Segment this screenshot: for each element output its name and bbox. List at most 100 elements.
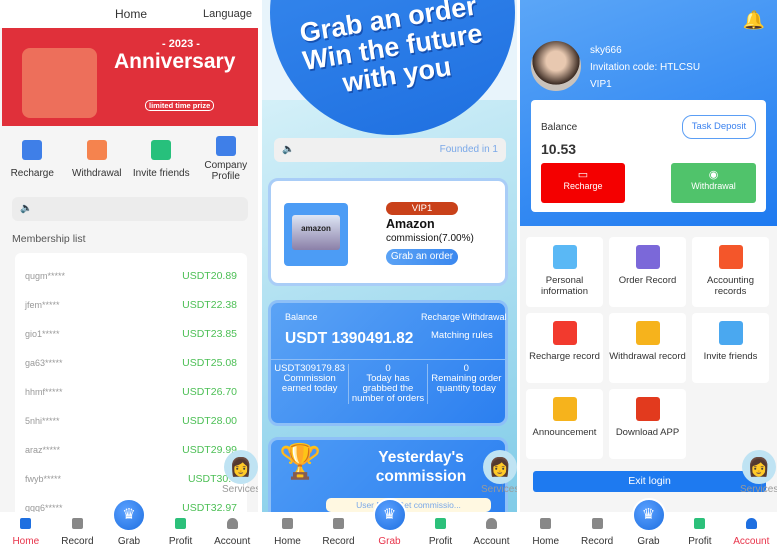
member-row: hhmf***** USDT26.70 (15, 377, 247, 406)
services-button[interactable]: 👩 (742, 450, 776, 484)
nav-label: Record (61, 536, 94, 547)
hero-text: Grab an order Win the future with you (265, 0, 517, 108)
brand-name: Amazon (386, 217, 435, 231)
menu-label: Personal information (541, 275, 588, 297)
profit-icon (175, 518, 187, 529)
label: Recharge (563, 181, 603, 191)
nav-record[interactable]: Record (52, 512, 104, 554)
menu-label: Order Record (618, 275, 677, 286)
withdrawal-action[interactable]: Withdrawal (65, 140, 130, 182)
menu-item[interactable]: Withdrawal record (609, 313, 686, 383)
vip-level: VIP1 (590, 79, 612, 90)
grab-crown-button[interactable]: ♛ (631, 498, 666, 532)
grab-crown-button[interactable]: ♛ (112, 498, 146, 532)
nav-home[interactable]: Home (520, 512, 571, 554)
member-amount: USDT22.38 (182, 298, 237, 311)
balance-label: Balance (285, 312, 318, 322)
recharge-action[interactable]: Recharge (0, 140, 65, 182)
home-screen: Home Language - 2023 - Anniversary limit… (0, 0, 258, 554)
menu-icon (718, 245, 743, 269)
task-deposit-button[interactable]: Task Deposit (682, 115, 756, 139)
anniversary-banner[interactable]: - 2023 - Anniversary limited time prize (2, 28, 258, 126)
nav-label: Home (532, 536, 560, 547)
services-label: Services (740, 484, 777, 495)
member-row: araz***** USDT29.99 (15, 435, 247, 464)
bell-icon[interactable]: 🔔 (743, 10, 765, 31)
label: Invite friends (132, 168, 190, 179)
nav-home[interactable]: Home (0, 512, 52, 554)
nav-record[interactable]: Record (571, 512, 622, 554)
product-card: amazon VIP1 Amazon commission(7.00%) Gra… (268, 178, 508, 286)
member-amount: USDT25.08 (182, 356, 237, 369)
exit-login-button[interactable]: Exit login (533, 471, 766, 492)
member-user: araz***** (25, 444, 61, 455)
nav-account[interactable]: Account (466, 512, 517, 554)
crown-icon: ♛ (122, 506, 136, 523)
stat-label: Today has grabbed the number of orders (351, 373, 425, 404)
recharge-link[interactable]: Recharge (421, 312, 460, 322)
account-menu: Personal information Order Record Accounti… (526, 237, 769, 459)
matching-rules-link[interactable]: Matching rules (431, 330, 493, 341)
withdrawal-button[interactable]: ◉ Withdrawal (671, 163, 756, 203)
invitation-code: Invitation code: HTLCSU (590, 62, 701, 73)
stat-label: Remaining order quantity today (431, 373, 502, 394)
nav-label: Grab (637, 536, 660, 547)
account-screen: 🔔 sky666 Invitation code: HTLCSU VIP1 Ba… (520, 0, 777, 554)
grab-crown-button[interactable]: ♛ (372, 498, 407, 532)
member-user: qqq6***** (25, 502, 63, 513)
member-user: gio1***** (25, 328, 60, 339)
acct-icon (226, 518, 238, 529)
rec-icon (71, 518, 83, 529)
membership-title: Membership list (12, 233, 86, 245)
withdraw-icon: ◉ (708, 169, 719, 181)
language-button[interactable]: Language (203, 8, 252, 20)
nav-label: Profit (428, 536, 453, 547)
banner-tag: limited time prize (145, 100, 215, 111)
yesterday-title: Yesterday's commission (375, 449, 467, 485)
nav-label: Account (473, 536, 510, 547)
member-row: jfem***** USDT22.38 (15, 290, 247, 319)
quick-actions: Recharge Withdrawal Invite friends Compa… (0, 136, 258, 182)
menu-item[interactable]: Accounting records (692, 237, 769, 307)
divider (271, 359, 505, 360)
stat-label: Commission earned today (281, 373, 338, 394)
nav-profit[interactable]: Profit (415, 512, 466, 554)
nav-label: Grab (378, 536, 401, 547)
menu-item[interactable]: Personal information (526, 237, 603, 307)
balance-card: Balance Recharge Withdrawal USDT 1390491… (268, 300, 508, 426)
home-icon (20, 518, 32, 529)
nav-record[interactable]: Record (313, 512, 364, 554)
company-profile-action[interactable]: Company Profile (194, 136, 259, 182)
speaker-icon: 🔈 (20, 203, 33, 214)
menu-item[interactable]: Invite friends (692, 313, 769, 383)
home-icon (282, 518, 293, 529)
menu-item[interactable]: Order Record (609, 237, 686, 307)
document-icon (215, 136, 236, 156)
invite-friends-action[interactable]: Invite friends (129, 140, 194, 182)
avatar[interactable] (531, 41, 581, 91)
services-button[interactable]: 👩 (224, 450, 258, 484)
grab-order-button[interactable]: Grab an order (386, 249, 458, 265)
balance-card: Balance 10.53 Task Deposit ▭ Recharge ◉ Wi… (531, 100, 766, 212)
recharge-button[interactable]: ▭ Recharge (541, 163, 625, 203)
nav-home[interactable]: Home (262, 512, 313, 554)
nav-profit[interactable]: Profit (674, 512, 725, 554)
menu-item[interactable]: Recharge record (526, 313, 603, 383)
withdrawal-link[interactable]: Withdrawal (462, 312, 507, 322)
nav-account[interactable]: Account (726, 512, 777, 554)
banner-title: Anniversary (114, 50, 236, 73)
nav-label: Record (580, 536, 614, 547)
services-button[interactable]: 👩 (483, 450, 517, 484)
nav-profit[interactable]: Profit (155, 512, 207, 554)
menu-icon (635, 245, 660, 269)
home-header: Home Language (0, 0, 258, 28)
notice-bar: 🔈 (12, 197, 248, 221)
menu-item[interactable]: Announcement (526, 389, 603, 459)
acct-icon (486, 518, 497, 529)
balance-label: Balance (541, 122, 578, 133)
menu-icon (552, 321, 577, 345)
member-user: hhmf***** (25, 386, 63, 397)
menu-label: Accounting records (706, 275, 754, 297)
menu-item[interactable]: Download APP (609, 389, 686, 459)
nav-account[interactable]: Account (206, 512, 258, 554)
